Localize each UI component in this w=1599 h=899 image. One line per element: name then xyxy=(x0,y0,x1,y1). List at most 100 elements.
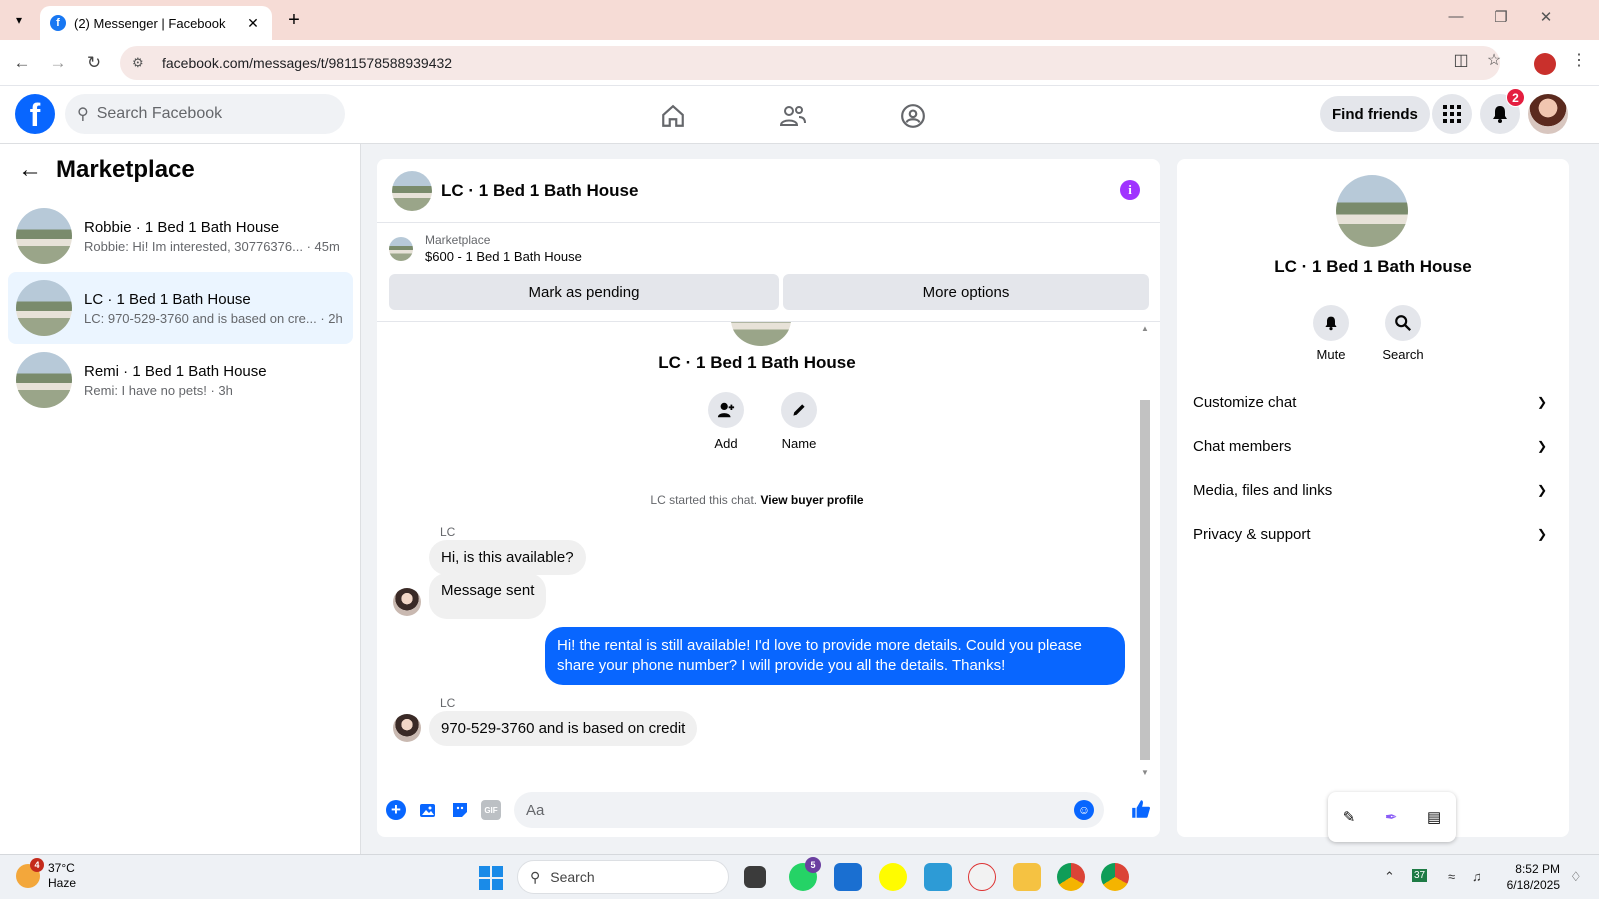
file-explorer-icon[interactable] xyxy=(1013,863,1041,891)
message-thread[interactable]: LC · 1 Bed 1 Bath House Add Name LC star… xyxy=(377,321,1160,779)
url-field[interactable]: ⚙ facebook.com/messages/t/98115785889394… xyxy=(120,46,1500,80)
chat-thumbnail[interactable] xyxy=(392,170,432,211)
listing-summary[interactable]: Marketplace $600 - 1 Bed 1 Bath House xyxy=(389,233,582,264)
weather-condition: Haze xyxy=(48,876,77,890)
eraser-icon[interactable]: ✎ xyxy=(1343,808,1356,826)
remote-desktop-icon[interactable] xyxy=(924,863,952,891)
add-people-button[interactable]: Add xyxy=(696,392,756,451)
conversation-item-active[interactable]: LC · 1 Bed 1 Bath House LC: 970-529-3760… xyxy=(8,272,353,344)
bookmark-star-icon[interactable]: ☆ xyxy=(1481,50,1507,70)
photo-icon[interactable] xyxy=(418,800,438,820)
tab-title: (2) Messenger | Facebook xyxy=(74,15,226,31)
bell-icon xyxy=(1313,305,1349,341)
scrollbar-thumb[interactable] xyxy=(1140,400,1150,760)
search-in-chat-button[interactable]: Search xyxy=(1373,305,1433,362)
microsoft-store-icon[interactable] xyxy=(834,863,862,891)
mute-button[interactable]: Mute xyxy=(1301,305,1361,362)
view-buyer-profile-link[interactable]: View buyer profile xyxy=(760,493,863,507)
back-arrow-icon[interactable]: ← xyxy=(18,156,42,184)
conversation-item[interactable]: Robbie · 1 Bed 1 Bath House Robbie: Hi! … xyxy=(8,200,353,272)
scroll-up-icon[interactable]: ▲ xyxy=(1140,324,1150,333)
groups-icon[interactable] xyxy=(895,98,931,134)
notification-center-bell-icon[interactable]: ♢ xyxy=(1570,869,1582,885)
volume-icon[interactable]: ♫ xyxy=(1472,869,1482,884)
details-thumbnail[interactable] xyxy=(1336,175,1408,247)
sender-avatar[interactable] xyxy=(393,714,421,742)
privacy-support-section[interactable]: Privacy & support ❯ xyxy=(1193,512,1553,556)
forward-icon[interactable]: → xyxy=(46,51,70,75)
chart-icon[interactable]: ▤ xyxy=(1427,808,1441,826)
message-bubble-outgoing[interactable]: Hi! the rental is still available! I'd l… xyxy=(545,627,1125,685)
floating-toolbar: ✎ ✒ ▤ xyxy=(1328,792,1456,842)
plus-icon[interactable]: + xyxy=(386,800,406,820)
weather-widget[interactable]: 4 37°C Haze xyxy=(16,858,77,891)
wifi-icon[interactable]: ≈ xyxy=(1448,869,1455,884)
restore-icon[interactable]: ❐ xyxy=(1486,8,1516,26)
emoji-icon[interactable]: ☺ xyxy=(1074,800,1094,820)
browser-profile-icon[interactable] xyxy=(1534,53,1556,75)
close-tab-icon[interactable]: ✕ xyxy=(244,15,262,32)
message-composer: + GIF Aa ☺ xyxy=(377,779,1160,837)
mark-as-pending-button[interactable]: Mark as pending xyxy=(389,274,779,310)
account-avatar[interactable] xyxy=(1528,94,1568,134)
section-label: Media, files and links xyxy=(1193,481,1333,499)
facebook-search-input[interactable]: ⚲ Search Facebook xyxy=(65,94,345,134)
back-icon[interactable]: ← xyxy=(10,51,34,75)
message-input[interactable]: Aa ☺ xyxy=(514,792,1104,828)
new-tab-icon[interactable]: + xyxy=(283,9,305,32)
app-icon[interactable] xyxy=(968,863,996,891)
chrome-icon[interactable] xyxy=(1057,863,1085,891)
browser-tab[interactable]: f (2) Messenger | Facebook ✕ xyxy=(40,6,272,40)
chat-title[interactable]: LC · 1 Bed 1 Bath House xyxy=(441,181,638,201)
menu-grid-icon[interactable] xyxy=(1432,94,1472,134)
scroll-down-icon[interactable]: ▼ xyxy=(1140,768,1150,777)
facebook-logo-icon[interactable]: f xyxy=(15,94,55,134)
find-friends-button[interactable]: Find friends xyxy=(1320,96,1430,132)
reload-icon[interactable]: ↻ xyxy=(82,51,106,75)
url-text: facebook.com/messages/t/9811578588939432 xyxy=(162,55,453,71)
chat-members-section[interactable]: Chat members ❯ xyxy=(1193,424,1553,468)
conversation-item[interactable]: Remi · 1 Bed 1 Bath House Remi: I have n… xyxy=(8,344,353,416)
tray-app-icon[interactable]: 37 xyxy=(1412,869,1428,882)
name-label: Name xyxy=(781,436,817,451)
search-placeholder: Search Facebook xyxy=(96,105,223,122)
message-bubble-incoming[interactable]: Message sent xyxy=(429,573,547,619)
taskbar-search-input[interactable]: ⚲ Search xyxy=(517,860,729,894)
conversation-snippet: Remi: I have no pets! · 3h xyxy=(84,382,233,398)
taskbar-search-label: Search xyxy=(550,869,595,885)
info-icon[interactable]: i xyxy=(1120,180,1140,200)
add-person-icon xyxy=(708,392,744,428)
window-close-icon[interactable]: ✕ xyxy=(1531,8,1561,26)
search-label: Search xyxy=(1382,347,1424,362)
snapchat-icon[interactable] xyxy=(879,863,907,891)
thumbs-up-icon[interactable] xyxy=(1130,798,1152,826)
chat-start-notice: LC started this chat. View buyer profile xyxy=(377,493,1137,507)
customize-chat-section[interactable]: Customize chat ❯ xyxy=(1193,380,1553,424)
show-hidden-icons-chevron-icon[interactable]: ⌃ xyxy=(1384,869,1395,885)
chrome-profile-icon[interactable] xyxy=(1101,863,1129,891)
message-bubble-incoming[interactable]: 970-529-3760 and is based on credit xyxy=(429,711,698,746)
clock-time: 8:52 PM xyxy=(1515,862,1560,876)
name-chat-button[interactable]: Name xyxy=(769,392,829,451)
browser-menu-icon[interactable]: ⋮ xyxy=(1566,50,1592,70)
pen-icon[interactable]: ✒ xyxy=(1385,808,1398,826)
windows-start-icon[interactable] xyxy=(479,866,503,890)
chevron-down-icon: ❯ xyxy=(1536,395,1547,409)
friends-icon[interactable] xyxy=(775,98,811,134)
message-bubble-incoming[interactable]: Hi, is this available? xyxy=(429,540,586,575)
media-files-links-section[interactable]: Media, files and links ❯ xyxy=(1193,468,1553,512)
install-app-icon[interactable]: ◫ xyxy=(1448,50,1474,70)
task-view-icon[interactable] xyxy=(744,866,766,888)
chevron-down-icon: ❯ xyxy=(1536,439,1547,453)
sender-avatar[interactable] xyxy=(393,588,421,616)
gif-icon[interactable]: GIF xyxy=(481,800,501,820)
tab-search-icon[interactable]: ▾ xyxy=(6,8,32,32)
sticker-icon[interactable] xyxy=(450,800,470,820)
site-info-icon[interactable]: ⚙ xyxy=(132,55,152,71)
chat-panel: LC · 1 Bed 1 Bath House i Marketplace $6… xyxy=(377,159,1160,837)
conversation-name: Remi · 1 Bed 1 Bath House xyxy=(84,362,267,380)
more-options-button[interactable]: More options xyxy=(783,274,1149,310)
home-icon[interactable] xyxy=(655,98,691,134)
minimize-icon[interactable]: — xyxy=(1441,8,1471,25)
system-clock[interactable]: 8:52 PM 6/18/2025 xyxy=(1500,861,1560,893)
